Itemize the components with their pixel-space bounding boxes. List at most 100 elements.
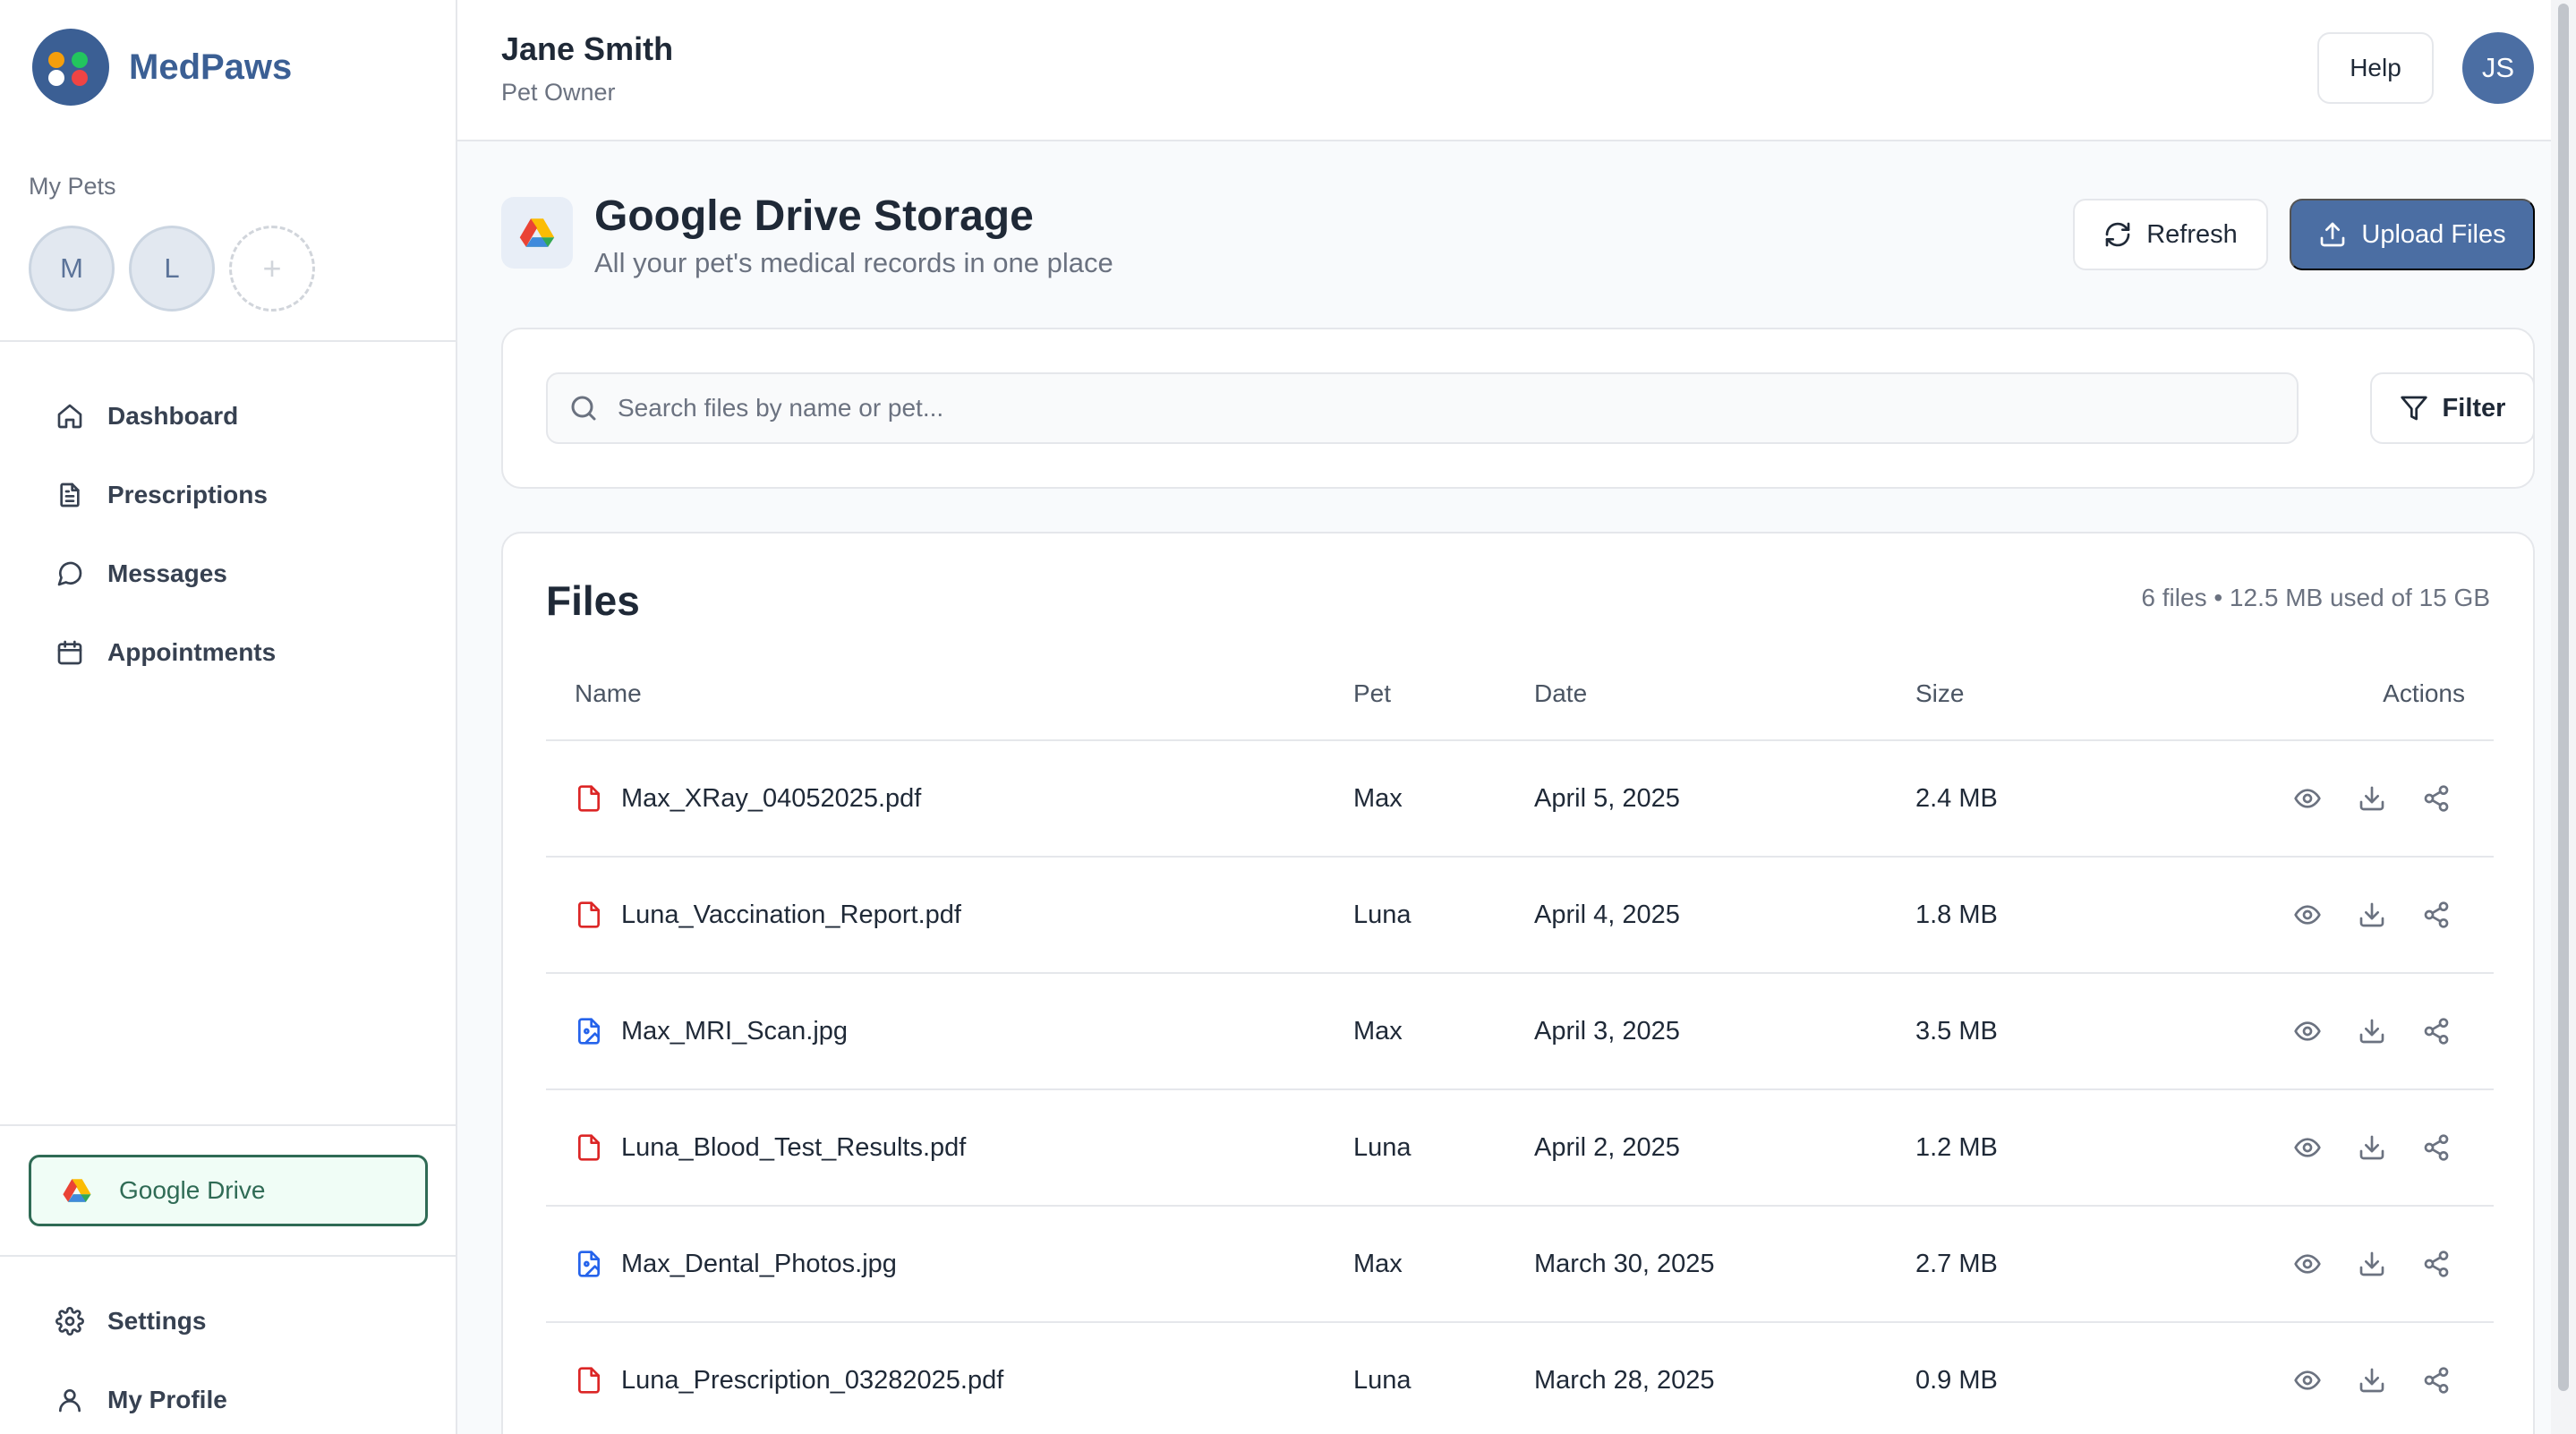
table-row[interactable]: Max_Dental_Photos.jpg Max March 30, 2025… <box>546 1207 2494 1323</box>
file-name-cell: Luna_Vaccination_Report.pdf <box>546 900 1353 930</box>
share-icon[interactable] <box>2422 1250 2451 1278</box>
column-header-pet[interactable]: Pet <box>1353 679 1534 708</box>
file-name[interactable]: Max_Dental_Photos.jpg <box>621 1250 897 1279</box>
file-name[interactable]: Max_MRI_Scan.jpg <box>621 1017 848 1046</box>
pdf-file-icon <box>578 1367 600 1394</box>
sidebar-divider <box>0 1124 456 1126</box>
main-content: Google Drive Storage All your pet's medi… <box>457 141 2551 1434</box>
help-button[interactable]: Help <box>2317 32 2434 104</box>
page-subtitle: All your pet's medical records in one pl… <box>594 247 1113 278</box>
add-pet-button[interactable]: + <box>229 226 315 312</box>
column-header-size[interactable]: Size <box>1915 679 2220 708</box>
pdf-file-icon <box>578 901 600 928</box>
table-row[interactable]: Max_MRI_Scan.jpg Max April 3, 2025 3.5 M… <box>546 974 2494 1090</box>
share-icon[interactable] <box>2422 1017 2451 1046</box>
file-name[interactable]: Luna_Prescription_03282025.pdf <box>621 1366 1003 1396</box>
file-pet: Max <box>1353 1016 1403 1046</box>
scrollbar-thumb[interactable] <box>2558 4 2569 1391</box>
file-pet: Luna <box>1353 900 1412 929</box>
file-size: 1.8 MB <box>1915 900 1998 929</box>
brand[interactable]: MedPaws <box>32 29 292 106</box>
share-icon[interactable] <box>2422 901 2451 929</box>
download-icon[interactable] <box>2358 784 2386 813</box>
user-role: Pet Owner <box>501 79 616 106</box>
gear-icon <box>55 1307 84 1336</box>
sidebar-item-appointments[interactable]: Appointments <box>27 613 430 692</box>
google-drive-button[interactable]: Google Drive <box>29 1155 428 1226</box>
view-icon[interactable] <box>2293 1366 2322 1395</box>
table-row[interactable]: Luna_Prescription_03282025.pdf Luna Marc… <box>546 1323 2494 1434</box>
file-name[interactable]: Max_XRay_04052025.pdf <box>621 784 921 814</box>
download-icon[interactable] <box>2358 1250 2386 1278</box>
file-name[interactable]: Luna_Blood_Test_Results.pdf <box>621 1133 966 1163</box>
download-icon[interactable] <box>2358 1133 2386 1162</box>
sidebar-item-label: Settings <box>107 1307 207 1335</box>
filter-label: Filter <box>2442 393 2506 423</box>
sidebar-item-label: Dashboard <box>107 402 239 430</box>
file-pet: Luna <box>1353 1365 1412 1395</box>
sidebar-item-settings[interactable]: Settings <box>27 1282 430 1361</box>
column-header-actions: Actions <box>2383 679 2465 707</box>
share-icon[interactable] <box>2422 784 2451 813</box>
file-name[interactable]: Luna_Vaccination_Report.pdf <box>621 901 961 930</box>
share-icon[interactable] <box>2422 1366 2451 1395</box>
view-icon[interactable] <box>2293 784 2322 813</box>
upload-files-button[interactable]: Upload Files <box>2290 199 2535 270</box>
share-icon[interactable] <box>2422 1133 2451 1162</box>
sidebar-item-label: Appointments <box>107 638 277 666</box>
download-icon[interactable] <box>2358 1017 2386 1046</box>
view-icon[interactable] <box>2293 901 2322 929</box>
column-header-date[interactable]: Date <box>1534 679 1915 708</box>
download-icon[interactable] <box>2358 1366 2386 1395</box>
refresh-button[interactable]: Refresh <box>2073 199 2268 270</box>
view-icon[interactable] <box>2293 1017 2322 1046</box>
document-icon <box>60 482 80 508</box>
sidebar-item-label: My Profile <box>107 1386 227 1413</box>
user-avatar[interactable]: JS <box>2462 32 2534 104</box>
file-name-cell: Luna_Blood_Test_Results.pdf <box>546 1132 1353 1163</box>
search-box[interactable] <box>546 372 2299 444</box>
file-size: 2.4 MB <box>1915 783 1998 813</box>
file-date: April 3, 2025 <box>1534 1016 1680 1046</box>
sidebar-item-messages[interactable]: Messages <box>27 534 430 613</box>
image-file-icon <box>578 1018 600 1045</box>
scrollbar[interactable] <box>2551 0 2576 1434</box>
files-table: Name Pet Date Size Actions Max_XRay_0405… <box>546 648 2494 1434</box>
pdf-file-icon <box>578 1134 600 1161</box>
sidebar-item-prescriptions[interactable]: Prescriptions <box>27 456 430 534</box>
table-row[interactable]: Luna_Blood_Test_Results.pdf Luna April 2… <box>546 1090 2494 1207</box>
file-actions <box>2220 784 2494 813</box>
file-date: April 5, 2025 <box>1534 783 1680 813</box>
upload-icon <box>2321 222 2345 247</box>
view-icon[interactable] <box>2293 1133 2322 1162</box>
filter-button[interactable]: Filter <box>2370 372 2535 444</box>
calendar-icon <box>57 640 82 665</box>
pet-avatar-luna[interactable]: L <box>129 226 215 312</box>
search-input[interactable] <box>618 394 2229 423</box>
google-drive-label: Google Drive <box>119 1176 266 1204</box>
file-name-cell: Max_Dental_Photos.jpg <box>546 1249 1353 1279</box>
files-title: Files <box>546 577 640 624</box>
sidebar-nav: Dashboard Prescriptions Messages Appoint… <box>27 377 430 692</box>
sidebar-item-dashboard[interactable]: Dashboard <box>27 377 430 456</box>
file-name-cell: Luna_Prescription_03282025.pdf <box>546 1365 1353 1396</box>
table-row[interactable]: Max_XRay_04052025.pdf Max April 5, 2025 … <box>546 741 2494 858</box>
user-name: Jane Smith <box>501 30 674 67</box>
sidebar-item-my-profile[interactable]: My Profile <box>27 1361 430 1434</box>
file-date: April 4, 2025 <box>1534 900 1680 929</box>
pet-avatar-max[interactable]: M <box>29 226 115 312</box>
filter-icon <box>2400 396 2427 421</box>
column-header-name[interactable]: Name <box>546 679 1353 708</box>
image-file-icon <box>578 1250 600 1277</box>
search-icon <box>571 396 596 421</box>
paw-logo-icon <box>32 29 109 106</box>
refresh-icon <box>2105 222 2130 247</box>
table-row[interactable]: Luna_Vaccination_Report.pdf Luna April 4… <box>546 858 2494 974</box>
download-icon[interactable] <box>2358 901 2386 929</box>
storage-usage: 6 files • 12.5 MB used of 15 GB <box>2141 584 2490 611</box>
file-date: March 30, 2025 <box>1534 1249 1715 1278</box>
file-pet: Luna <box>1353 1132 1412 1162</box>
view-icon[interactable] <box>2293 1250 2322 1278</box>
file-actions <box>2220 901 2494 929</box>
files-card: Files 6 files • 12.5 MB used of 15 GB Na… <box>501 532 2535 1434</box>
